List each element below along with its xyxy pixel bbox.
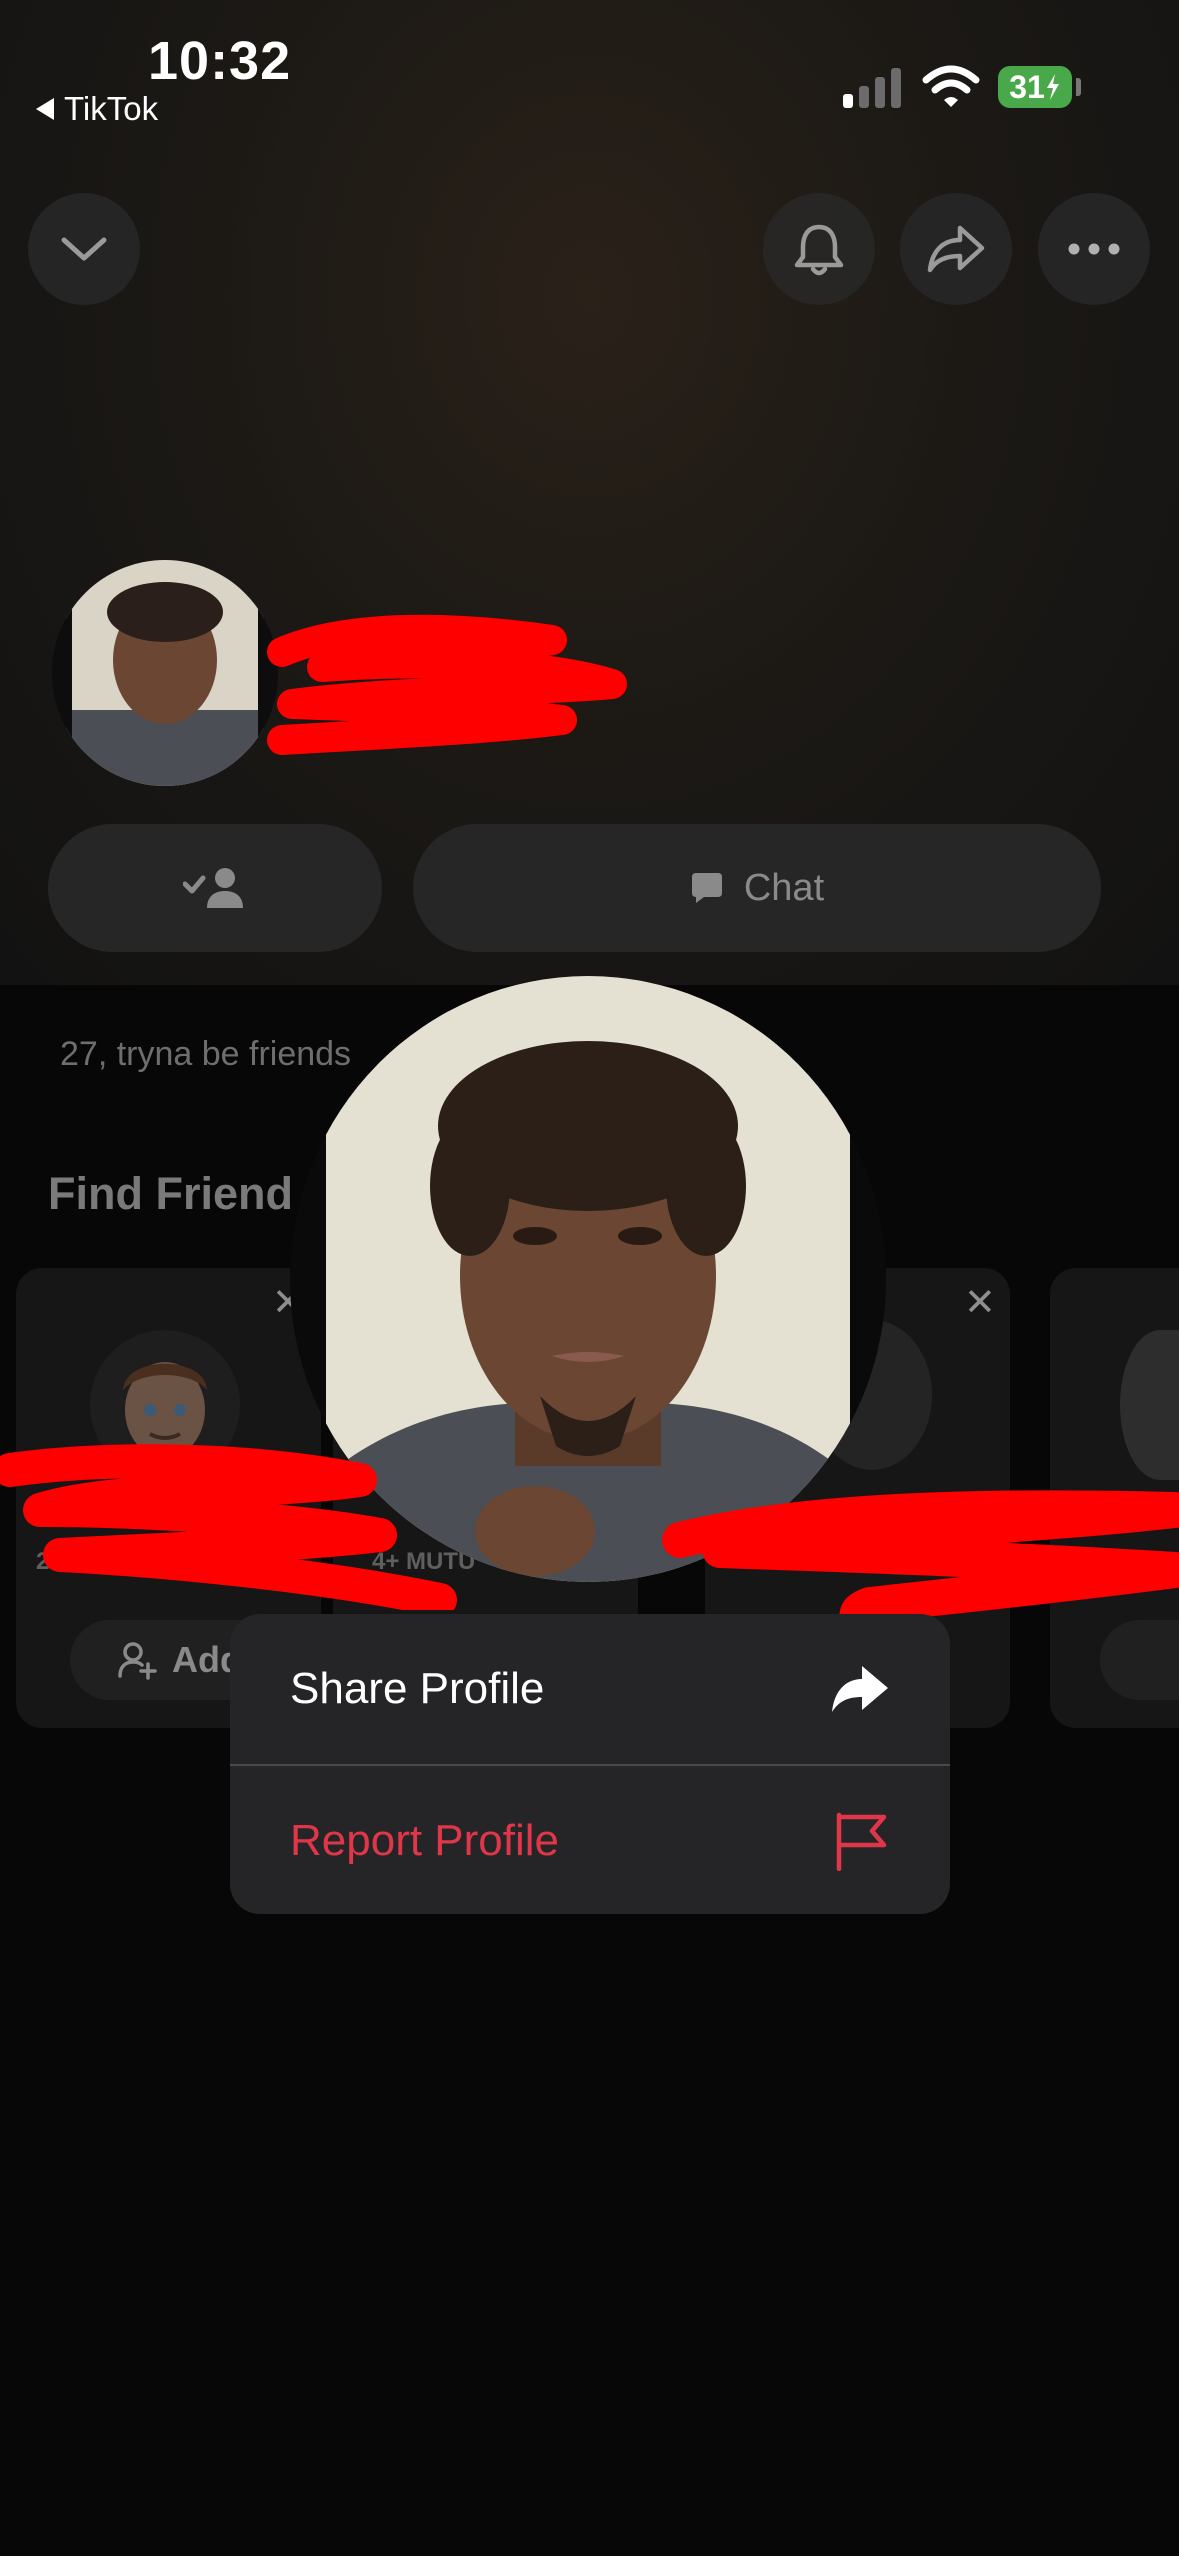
charging-bolt-icon xyxy=(1046,74,1059,100)
back-triangle-icon xyxy=(36,98,54,120)
avatar-photo xyxy=(52,560,278,786)
profile-avatar-small[interactable] xyxy=(52,560,278,786)
chat-button[interactable]: Chat xyxy=(413,824,1101,952)
find-friends-title: Find Friend xyxy=(48,1168,293,1219)
report-profile-menu-item[interactable]: Report Profile xyxy=(230,1766,950,1914)
status-time: 10:32 xyxy=(148,31,292,91)
share-arrow-icon xyxy=(927,225,985,273)
share-arrow-filled-icon xyxy=(832,1666,888,1712)
chat-button-label: Chat xyxy=(743,866,825,909)
notifications-button[interactable] xyxy=(763,193,875,305)
share-profile-menu-item[interactable]: Share Profile xyxy=(230,1614,950,1764)
profile-bio: 27, tryna be friends xyxy=(60,1035,352,1073)
battery-cap xyxy=(1076,78,1081,96)
dismiss-suggestion-icon[interactable]: ✕ xyxy=(964,1280,996,1325)
battery-level: 31 xyxy=(1009,68,1045,105)
wifi-icon xyxy=(922,65,980,107)
back-to-app-link[interactable]: TikTok xyxy=(36,90,158,128)
chat-bubble-icon xyxy=(691,873,722,903)
share-profile-label: Share Profile xyxy=(290,1664,545,1713)
share-button[interactable] xyxy=(900,193,1012,305)
back-app-label: TikTok xyxy=(64,90,159,127)
friend-added-icon xyxy=(183,868,243,908)
redaction-mark xyxy=(0,1444,457,1610)
ellipsis-icon xyxy=(1068,243,1120,255)
bell-icon xyxy=(794,224,844,276)
cellular-signal-icon xyxy=(843,66,903,108)
battery-indicator: 31 xyxy=(998,66,1072,108)
collapse-button[interactable] xyxy=(28,193,140,305)
more-options-button[interactable] xyxy=(1038,193,1150,305)
chevron-down-icon xyxy=(61,237,107,261)
report-profile-label: Report Profile xyxy=(290,1816,560,1865)
flag-icon xyxy=(836,1812,887,1871)
redaction-mark xyxy=(267,614,627,755)
add-friend-icon xyxy=(118,1642,157,1680)
profile-context-menu: Share Profile Report Profile xyxy=(230,1614,950,1914)
friend-status-button[interactable] xyxy=(48,824,382,952)
